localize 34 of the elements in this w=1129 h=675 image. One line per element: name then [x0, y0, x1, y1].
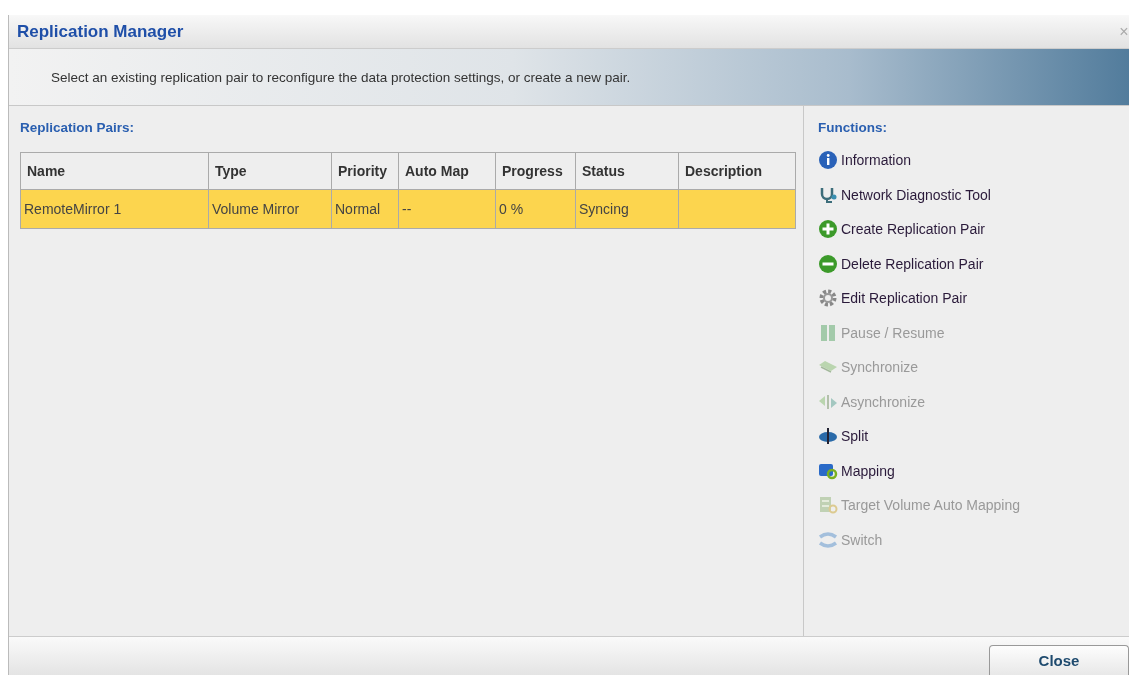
table-cell: --	[402, 201, 412, 217]
column-header[interactable]: Status	[575, 152, 679, 190]
section-heading: Replication Pairs:	[20, 120, 136, 135]
section-heading: Functions:	[818, 120, 888, 135]
table-cell: 0 %	[499, 201, 524, 217]
table-row[interactable]: RemoteMirror 1 Volume Mirror Normal -- 0 % Syncing	[20, 189, 796, 229]
function-link[interactable]: Delete Replication Pair	[818, 246, 984, 281]
column-header[interactable]: Description	[678, 152, 796, 190]
function-link[interactable]: Edit Replication Pair	[818, 281, 968, 316]
swap-icon	[818, 529, 838, 550]
function-link[interactable]: Create Replication Pair	[818, 212, 985, 247]
close-button[interactable]: Close	[989, 645, 1129, 675]
column-header[interactable]: Type	[208, 152, 332, 190]
minus-icon	[818, 253, 838, 274]
window-title: Replication Manager	[17, 21, 184, 42]
instruction-text: Select an existing replication pair to reconfigure the data protection settings, or create a new pair.	[51, 69, 631, 85]
column-header[interactable]: Priority	[331, 152, 399, 190]
pause-icon	[818, 322, 838, 343]
column-header[interactable]: Auto Map	[398, 152, 496, 190]
function-link[interactable]: Mapping	[818, 453, 895, 488]
gear-icon	[818, 288, 838, 309]
function-link[interactable]: Information	[818, 143, 912, 178]
column-header[interactable]: Progress	[495, 152, 576, 190]
function-link[interactable]: Split	[818, 419, 869, 454]
info-icon	[818, 150, 838, 171]
table-cell: Normal	[335, 201, 381, 217]
split-icon	[818, 426, 838, 447]
list-icon	[818, 495, 838, 516]
table-cell: Volume Mirror	[212, 201, 300, 217]
function-link[interactable]: Network Diagnostic Tool	[818, 177, 991, 212]
column-header[interactable]: Name	[20, 152, 209, 190]
plus-icon	[818, 219, 838, 240]
table-cell: Syncing	[579, 201, 629, 217]
table-cell: RemoteMirror 1	[24, 201, 122, 217]
